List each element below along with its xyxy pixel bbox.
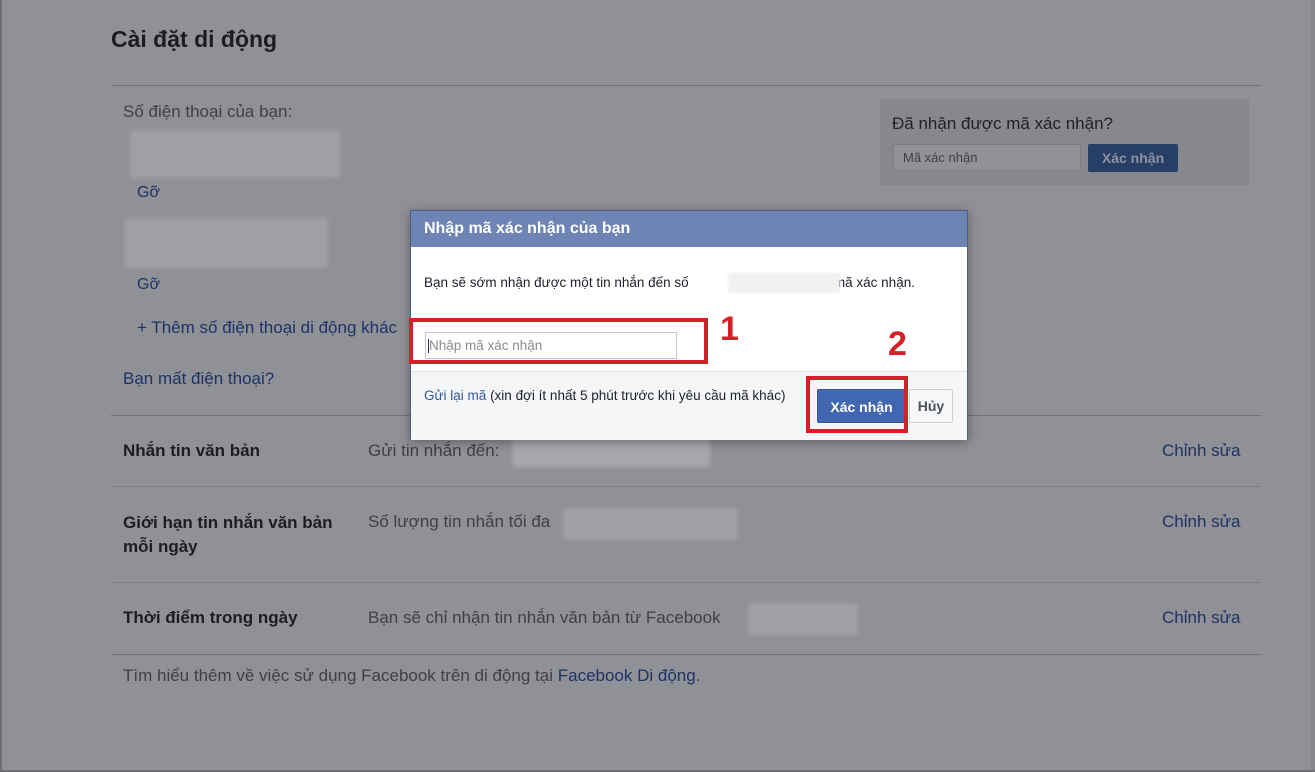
lost-phone-link[interactable]: Bạn mất điện thoại? (123, 369, 274, 389)
add-phone-link[interactable]: + Thêm số điện thoại di động khác (137, 318, 397, 338)
edit-time-of-day-link[interactable]: Chỉnh sửa (1162, 608, 1240, 628)
confirmation-submit-button[interactable]: Xác nhận (1088, 144, 1178, 172)
facebook-mobile-link[interactable]: Facebook Di động (558, 666, 696, 685)
phone-numbers-label: Số điện thoại của bạn: (123, 102, 293, 121)
edit-daily-limit-link[interactable]: Chỉnh sửa (1162, 512, 1240, 532)
confirmation-code-box: Đã nhận được mã xác nhận? Mã xác nhận Xá… (880, 99, 1249, 185)
page-title: Cài đặt di động (111, 26, 278, 52)
remove-phone-1-link[interactable]: Gỡ (137, 184, 160, 202)
redacted-time (748, 603, 858, 635)
confirmation-code-title: Đã nhận được mã xác nhận? (892, 114, 1113, 133)
redacted-phone-1 (130, 130, 340, 178)
dialog-cancel-button[interactable]: Hủy (909, 389, 953, 423)
step-2-number: 2 (888, 325, 907, 363)
window-border-left (0, 0, 2, 772)
resend-note-text: (xin đợi ít nhất 5 phút trước khi yêu cầ… (486, 388, 786, 403)
row-desc-daily-limit: Số lượng tin nhắn tối đa (368, 512, 551, 531)
window-border-right (1311, 0, 1315, 772)
highlight-box-step-2 (806, 376, 908, 433)
divider (111, 486, 1261, 487)
row-label-time-of-day: Thời điểm trong ngày (123, 608, 298, 627)
divider (111, 654, 1261, 655)
row-label-text-messaging: Nhắn tin văn bản (123, 441, 260, 460)
row-desc-text-messaging: Gửi tin nhắn đến: (368, 441, 500, 460)
footer-text: Tìm hiểu thêm về việc sử dụng Facebook t… (123, 666, 700, 686)
row-label-daily-limit: Giới hạn tin nhắn văn bản mỗi ngày (123, 513, 333, 556)
redacted-phone-2 (125, 218, 328, 268)
edit-text-messaging-link[interactable]: Chỉnh sửa (1162, 441, 1240, 461)
resend-code-link[interactable]: Gửi lại mã (424, 388, 486, 403)
dialog-title: Nhập mã xác nhận của bạn (411, 211, 967, 247)
dialog-message-start: Bạn sẽ sớm nhận được một tin nhắn đến số (424, 275, 689, 290)
footer-suffix: . (695, 666, 701, 685)
row-desc-time-of-day: Bạn sẽ chỉ nhận tin nhắn văn bản từ Face… (368, 608, 721, 627)
redacted-limit (563, 508, 738, 540)
resend-note: Gửi lại mã (xin đợi ít nhất 5 phút trước… (424, 386, 799, 406)
redacted-dialog-number (728, 273, 840, 293)
divider (111, 582, 1261, 583)
confirmation-code-input[interactable]: Mã xác nhận (893, 144, 1081, 171)
dialog-message: Bạn sẽ sớm nhận được một tin nhắn đến số… (424, 273, 954, 293)
divider (111, 85, 1261, 86)
highlight-box-step-1 (409, 318, 708, 364)
footer-prefix: Tìm hiểu thêm về việc sử dụng Facebook t… (123, 666, 558, 685)
redacted-number (512, 437, 710, 467)
remove-phone-2-link[interactable]: Gỡ (137, 276, 160, 294)
step-1-number: 1 (720, 310, 739, 348)
